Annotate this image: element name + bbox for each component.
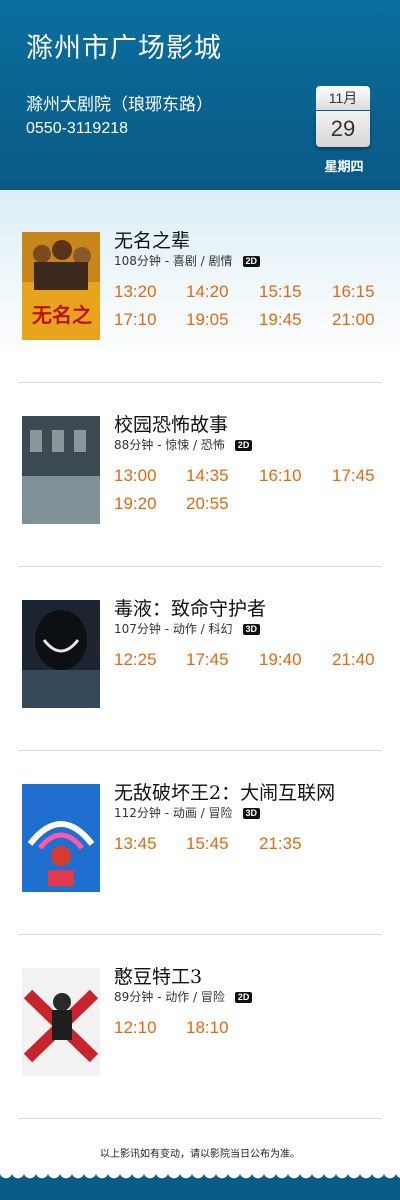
movie-item[interactable]: 毒液：致命守护者 107分钟 - 动作 / 科幻 3D 12:25 17:45 1… [0, 598, 400, 784]
movie-info: 89分钟 - 动作 / 冒险 [114, 990, 225, 1004]
movie-title[interactable]: 憨豆特工3 [114, 962, 202, 989]
movie-title[interactable]: 无名之辈 [114, 226, 190, 253]
showtime[interactable]: 16:10 [259, 466, 302, 486]
movie-poster[interactable] [22, 784, 100, 892]
movie-info: 108分钟 - 喜剧 / 剧情 [114, 254, 233, 268]
showtime[interactable]: 19:45 [259, 310, 302, 330]
footer-bar [0, 1180, 400, 1200]
format-badge: 3D [242, 624, 261, 635]
showtime[interactable]: 14:20 [186, 282, 229, 302]
movie-meta: 89分钟 - 动作 / 冒险 2D [114, 988, 253, 1005]
svg-text:无名之: 无名之 [32, 303, 92, 327]
showtime[interactable]: 14:35 [186, 466, 229, 486]
movie-meta: 107分钟 - 动作 / 科幻 3D [114, 620, 261, 637]
showtime[interactable]: 17:45 [332, 466, 375, 486]
phone-number[interactable]: 0550-3119218 [26, 120, 128, 138]
format-badge: 3D [242, 808, 261, 819]
showtime[interactable]: 16:15 [332, 282, 375, 302]
showtime[interactable]: 13:00 [114, 466, 157, 486]
movie-info: 107分钟 - 动作 / 科幻 [114, 622, 233, 636]
showtime[interactable]: 15:45 [186, 834, 229, 854]
movie-item[interactable]: 憨豆特工3 89分钟 - 动作 / 冒险 2D 12:10 18:10 [0, 966, 400, 1152]
movie-info: 112分钟 - 动画 / 冒险 [114, 806, 233, 820]
cinema-title: 滁州市广场影城 [26, 33, 222, 64]
divider [18, 934, 382, 935]
showtime[interactable]: 12:10 [114, 1018, 157, 1038]
movie-title[interactable]: 毒液：致命守护者 [114, 594, 266, 621]
movie-meta: 88分钟 - 惊悚 / 恐怖 2D [114, 436, 253, 453]
divider [18, 1118, 382, 1119]
movie-poster[interactable]: 无名之 [22, 232, 100, 340]
showtime[interactable]: 17:10 [114, 310, 157, 330]
movie-poster[interactable] [22, 416, 100, 524]
format-badge: 2D [234, 992, 253, 1003]
showtime[interactable]: 20:55 [186, 494, 229, 514]
calendar-day: 29 [316, 111, 370, 147]
movie-meta: 108分钟 - 喜剧 / 剧情 2D [114, 252, 261, 269]
venue-name: 滁州大剧院（琅琊东路） [26, 95, 213, 115]
showtime[interactable]: 19:05 [186, 310, 229, 330]
movie-title[interactable]: 无敌破坏王2：大闹互联网 [114, 778, 335, 805]
movie-item[interactable]: 无敌破坏王2：大闹互联网 112分钟 - 动画 / 冒险 3D 13:45 15:… [0, 782, 400, 968]
showtime[interactable]: 18:10 [186, 1018, 229, 1038]
footer-note: 以上影讯如有变动，请以影院当日公布为准。 [100, 1149, 300, 1160]
showtime[interactable]: 13:20 [114, 282, 157, 302]
showtime[interactable]: 13:45 [114, 834, 157, 854]
showtime[interactable]: 12:25 [114, 650, 157, 670]
showtime[interactable]: 21:40 [332, 650, 375, 670]
showtime[interactable]: 21:00 [332, 310, 375, 330]
movie-title[interactable]: 校园恐怖故事 [114, 410, 228, 437]
movie-meta: 112分钟 - 动画 / 冒险 3D [114, 804, 261, 821]
movie-poster[interactable] [22, 968, 100, 1076]
movie-info: 88分钟 - 惊悚 / 恐怖 [114, 438, 225, 452]
weekday: 星期四 [324, 160, 364, 175]
showtime[interactable]: 17:45 [186, 650, 229, 670]
calendar-month: 11月 [316, 86, 370, 110]
movie-item[interactable]: 校园恐怖故事 88分钟 - 惊悚 / 恐怖 2D 13:00 14:35 16:1… [0, 414, 400, 600]
showtime[interactable]: 19:40 [259, 650, 302, 670]
showtime[interactable]: 15:15 [259, 282, 302, 302]
format-badge: 2D [242, 256, 261, 267]
showtime[interactable]: 19:20 [114, 494, 157, 514]
showtime[interactable]: 21:35 [259, 834, 302, 854]
divider [18, 566, 382, 567]
divider [18, 382, 382, 383]
header: 滁州市广场影城 滁州大剧院（琅琊东路） 0550-3119218 11月 29 … [0, 0, 400, 190]
movie-poster[interactable] [22, 600, 100, 708]
calendar-icon: 11月 29 [316, 86, 370, 148]
format-badge: 2D [234, 440, 253, 451]
movie-item[interactable]: 无名之 无名之辈 108分钟 - 喜剧 / 剧情 2D 13:20 14:20 1… [0, 230, 400, 416]
divider [18, 750, 382, 751]
